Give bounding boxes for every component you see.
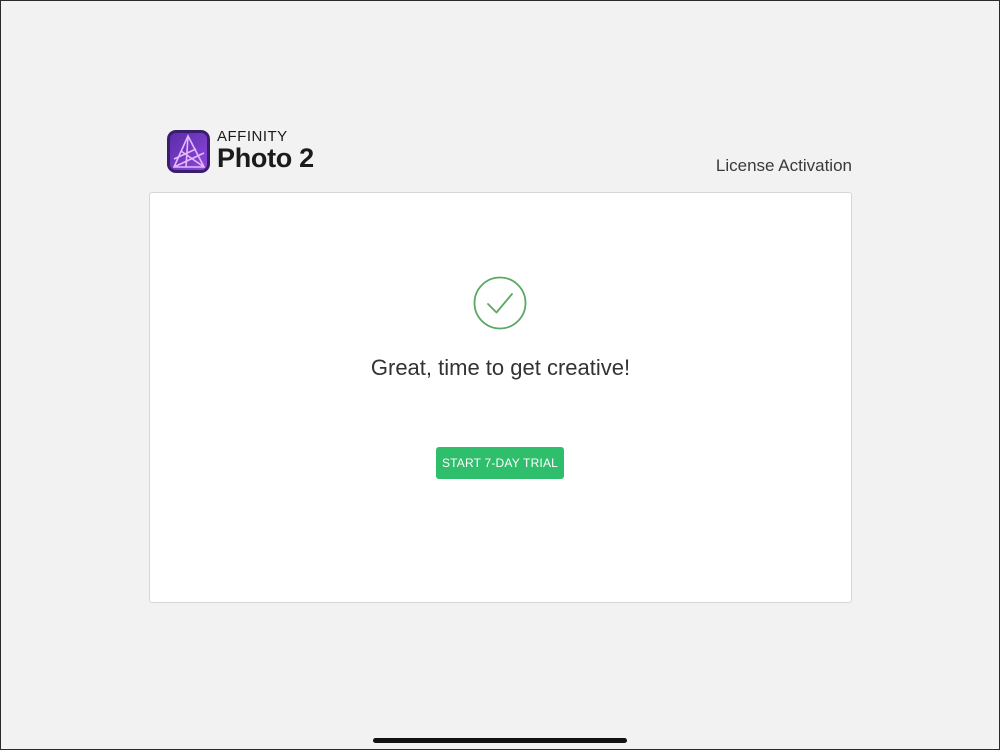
activation-card: Great, time to get creative! START 7-DAY… <box>149 192 852 603</box>
brand-product-name: Photo 2 <box>217 143 314 173</box>
license-activation-label: License Activation <box>715 156 852 175</box>
checkmark-circle-icon <box>473 276 527 330</box>
affinity-photo-logo-icon <box>167 130 210 173</box>
home-indicator[interactable] <box>373 738 627 743</box>
app-header: AFFINITY Photo 2 License Activation <box>149 127 852 179</box>
start-trial-button[interactable]: START 7-DAY TRIAL <box>436 447 564 479</box>
success-headline: Great, time to get creative! <box>370 355 631 380</box>
